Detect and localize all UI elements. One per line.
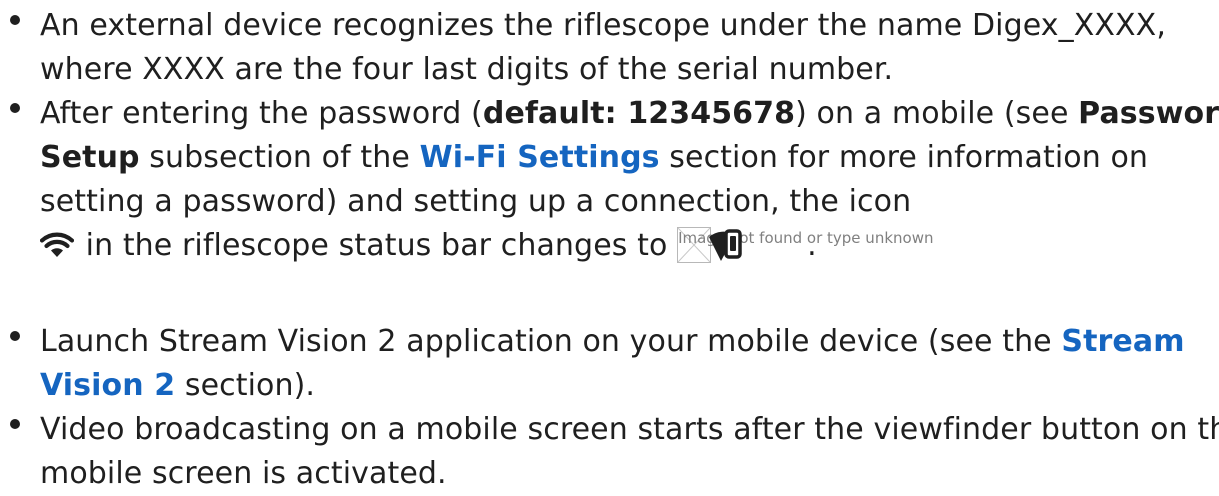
list-item-text: subsection of the — [139, 140, 420, 175]
wifi-icon — [39, 228, 75, 258]
list-item: After entering the password (default: 12… — [0, 92, 1219, 268]
broken-image-icon: Image not found or type unknown — [677, 227, 933, 265]
list-item-text: Video broadcasting on a mobile screen st… — [40, 412, 1219, 491]
list-item-text: in the riflescope status bar changes to — [76, 228, 678, 263]
wifi-settings-link[interactable]: Wi-Fi Settings — [420, 140, 660, 175]
list-item-text: ) on a mobile (see — [795, 96, 1079, 131]
list-item-text: An external device recognizes the rifles… — [40, 8, 1166, 87]
list-item-text: After entering the password ( — [40, 96, 483, 131]
list-item: An external device recognizes the rifles… — [0, 4, 1219, 92]
phone-wifi-icon — [707, 229, 747, 265]
list-item-text: section). — [175, 368, 316, 403]
default-password-text: default: 12345678 — [482, 96, 796, 131]
instruction-list-container: An external device recognizes the rifles… — [0, 0, 1219, 491]
list-item: Launch Stream Vision 2 application on yo… — [0, 320, 1219, 408]
list-item-text: Launch Stream Vision 2 application on yo… — [40, 324, 1062, 359]
list-item: Video broadcasting on a mobile screen st… — [0, 408, 1219, 496]
